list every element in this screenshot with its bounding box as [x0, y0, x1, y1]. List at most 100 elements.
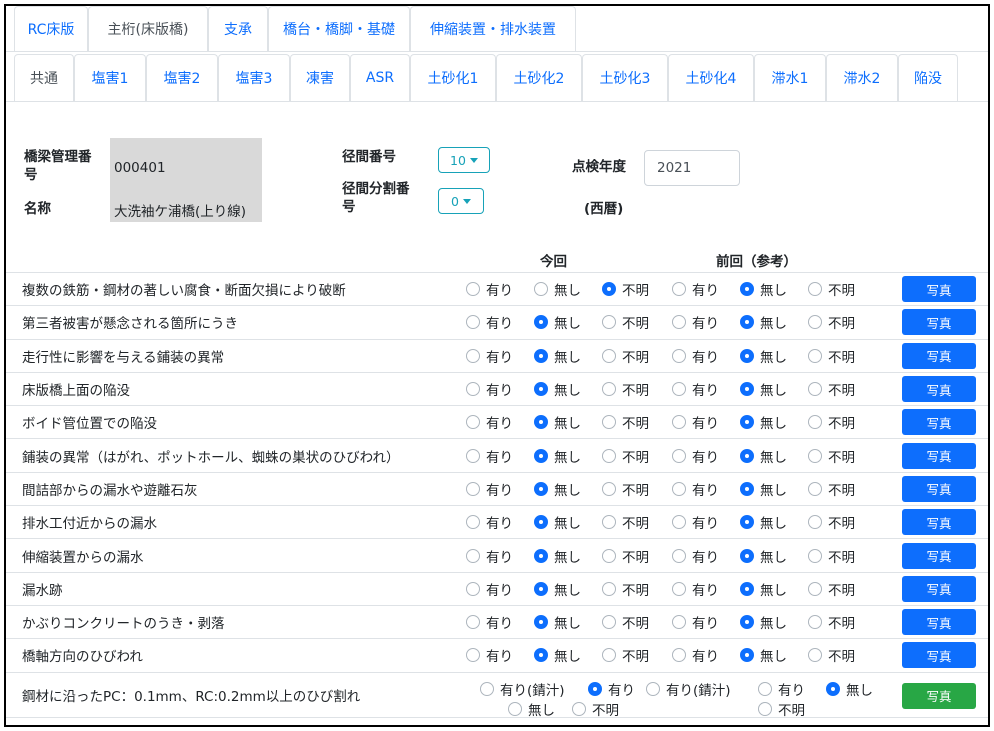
current-unknown-radio[interactable]: 不明 [602, 579, 649, 599]
radio-unchecked-icon[interactable] [672, 415, 686, 430]
radio-unchecked-icon[interactable] [602, 481, 616, 496]
radio-unchecked-icon[interactable] [534, 282, 548, 297]
previous-no-radio[interactable]: 無し [740, 379, 787, 399]
previous-unknown-radio[interactable]: 不明 [808, 479, 855, 499]
tab-salt-damage-2[interactable]: 塩害2 [146, 54, 218, 101]
radio-unchecked-icon[interactable] [466, 315, 480, 330]
radio-unchecked-icon[interactable] [672, 481, 686, 496]
radio-checked-icon[interactable] [740, 615, 754, 630]
previous-unknown-radio[interactable]: 不明 [808, 512, 855, 532]
radio-unchecked-icon[interactable] [808, 415, 822, 430]
radio-checked-icon[interactable] [740, 282, 754, 297]
radio-unchecked-icon[interactable] [672, 515, 686, 530]
radio-unchecked-icon[interactable] [480, 681, 494, 696]
previous-yes-radio[interactable]: 有り [672, 279, 719, 299]
previous-unknown-radio[interactable]: 不明 [808, 346, 855, 366]
radio-unchecked-icon[interactable] [808, 448, 822, 463]
current-unknown-radio[interactable]: 不明 [602, 446, 649, 466]
radio-unchecked-icon[interactable] [466, 448, 480, 463]
previous-no-radio[interactable]: 無し [740, 645, 787, 665]
current-no-radio[interactable]: 無し [534, 312, 581, 332]
tab-main-girder[interactable]: 主桁(床版橋) [88, 6, 208, 51]
current-yes-rust-radio[interactable]: 有り(錆汁) [480, 679, 565, 699]
previous-yes-radio[interactable]: 有り [672, 579, 719, 599]
radio-checked-icon[interactable] [588, 681, 602, 696]
current-no-radio[interactable]: 無し [534, 512, 581, 532]
current-no-radio[interactable]: 無し [534, 379, 581, 399]
radio-checked-icon[interactable] [534, 348, 548, 363]
radio-unchecked-icon[interactable] [466, 648, 480, 663]
photo-button[interactable]: 写真 [902, 509, 976, 536]
previous-unknown-radio[interactable]: 不明 [808, 279, 855, 299]
radio-unchecked-icon[interactable] [602, 415, 616, 430]
tab-rc-slab[interactable]: RC床版 [14, 6, 88, 51]
current-yes-radio[interactable]: 有り [588, 679, 635, 699]
tab-frost-damage[interactable]: 凍害 [290, 54, 350, 101]
radio-checked-icon[interactable] [740, 515, 754, 530]
radio-unchecked-icon[interactable] [808, 382, 822, 397]
current-yes-radio[interactable]: 有り [466, 346, 513, 366]
current-yes-radio[interactable]: 有り [466, 546, 513, 566]
photo-button[interactable]: 写真 [902, 542, 976, 569]
radio-unchecked-icon[interactable] [808, 648, 822, 663]
radio-checked-icon[interactable] [534, 648, 548, 663]
current-unknown-radio[interactable]: 不明 [602, 346, 649, 366]
current-yes-radio[interactable]: 有り [466, 579, 513, 599]
radio-unchecked-icon[interactable] [466, 548, 480, 563]
radio-checked-icon[interactable] [534, 581, 548, 596]
radio-unchecked-icon[interactable] [602, 348, 616, 363]
previous-yes-radio[interactable]: 有り [672, 612, 719, 632]
current-no-radio[interactable]: 無し [534, 546, 581, 566]
radio-unchecked-icon[interactable] [808, 581, 822, 596]
radio-checked-icon[interactable] [740, 481, 754, 496]
radio-unchecked-icon[interactable] [466, 348, 480, 363]
current-unknown-radio[interactable]: 不明 [572, 699, 619, 719]
tab-sanding-4[interactable]: 土砂化4 [668, 54, 754, 101]
photo-button[interactable]: 写真 [902, 442, 976, 469]
radio-checked-icon[interactable] [740, 382, 754, 397]
tab-standing-water-2[interactable]: 滞水2 [826, 54, 898, 101]
radio-checked-icon[interactable] [534, 315, 548, 330]
previous-yes-radio[interactable]: 有り [672, 379, 719, 399]
current-unknown-radio[interactable]: 不明 [602, 512, 649, 532]
current-yes-radio[interactable]: 有り [466, 379, 513, 399]
radio-unchecked-icon[interactable] [808, 548, 822, 563]
radio-unchecked-icon[interactable] [466, 481, 480, 496]
inspection-year-input[interactable]: 2021 [644, 150, 740, 186]
current-unknown-radio[interactable]: 不明 [602, 645, 649, 665]
radio-checked-icon[interactable] [602, 282, 616, 297]
current-unknown-radio[interactable]: 不明 [602, 312, 649, 332]
current-no-radio[interactable]: 無し [534, 279, 581, 299]
current-unknown-radio[interactable]: 不明 [602, 612, 649, 632]
radio-checked-icon[interactable] [740, 415, 754, 430]
previous-yes-radio[interactable]: 有り [672, 412, 719, 432]
current-yes-radio[interactable]: 有り [466, 479, 513, 499]
current-unknown-radio[interactable]: 不明 [602, 546, 649, 566]
radio-unchecked-icon[interactable] [758, 701, 772, 716]
radio-unchecked-icon[interactable] [808, 282, 822, 297]
radio-unchecked-icon[interactable] [808, 515, 822, 530]
radio-unchecked-icon[interactable] [672, 615, 686, 630]
span-number-dropdown[interactable]: 10 [438, 147, 490, 173]
tab-asr[interactable]: ASR [350, 54, 410, 101]
current-no-radio[interactable]: 無し [534, 479, 581, 499]
previous-unknown-radio[interactable]: 不明 [808, 412, 855, 432]
radio-checked-icon[interactable] [534, 548, 548, 563]
radio-unchecked-icon[interactable] [466, 415, 480, 430]
radio-checked-icon[interactable] [534, 382, 548, 397]
radio-unchecked-icon[interactable] [602, 448, 616, 463]
previous-yes-radio[interactable]: 有り [758, 679, 805, 699]
current-no-radio[interactable]: 無し [534, 412, 581, 432]
radio-unchecked-icon[interactable] [508, 701, 522, 716]
photo-button[interactable]: 写真 [902, 309, 976, 336]
radio-unchecked-icon[interactable] [466, 581, 480, 596]
radio-unchecked-icon[interactable] [466, 382, 480, 397]
previous-unknown-radio[interactable]: 不明 [808, 579, 855, 599]
radio-checked-icon[interactable] [534, 481, 548, 496]
radio-unchecked-icon[interactable] [466, 515, 480, 530]
previous-unknown-radio[interactable]: 不明 [808, 379, 855, 399]
tab-sanding-2[interactable]: 土砂化2 [496, 54, 582, 101]
tab-sanding-3[interactable]: 土砂化3 [582, 54, 668, 101]
current-no-radio[interactable]: 無し [508, 699, 555, 719]
current-yes-radio[interactable]: 有り [466, 512, 513, 532]
